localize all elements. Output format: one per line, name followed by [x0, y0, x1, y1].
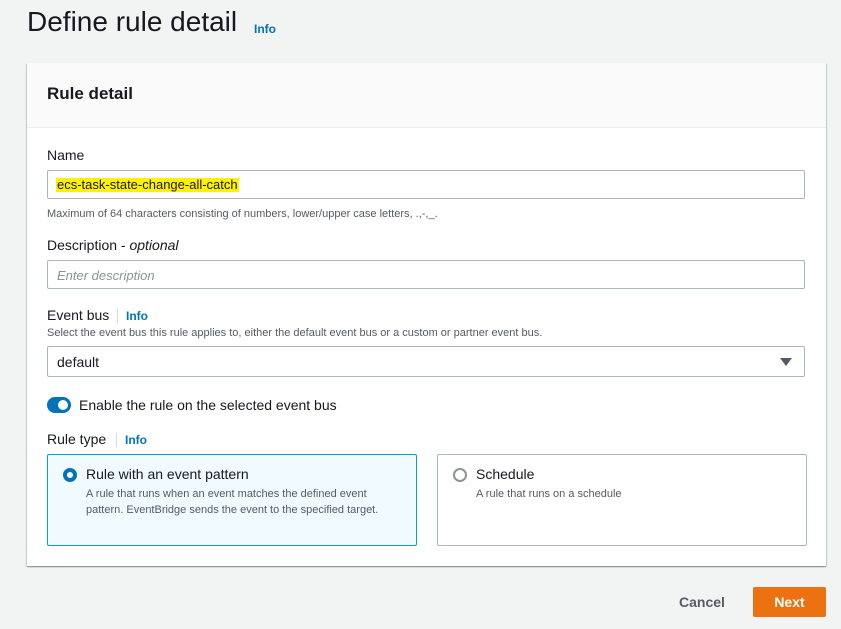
rule-type-option-event-pattern[interactable]: Rule with an event pattern A rule that r… — [47, 454, 417, 546]
description-optional-text: optional — [129, 237, 179, 253]
toggle-knob — [58, 400, 68, 410]
cancel-button[interactable]: Cancel — [666, 587, 738, 617]
rule-detail-panel: Rule detail Name ecs-task-state-change-a… — [27, 63, 826, 566]
event-bus-select[interactable]: default — [47, 346, 805, 377]
option-title: Rule with an event pattern — [86, 466, 249, 482]
name-constraint-hint: Maximum of 64 characters consisting of n… — [47, 208, 438, 220]
enable-rule-toggle[interactable] — [47, 397, 71, 413]
description-label-text: Description - — [47, 237, 130, 253]
event-bus-hint: Select the event bus this rule applies t… — [47, 327, 543, 339]
next-button[interactable]: Next — [753, 587, 826, 617]
rule-type-option-schedule[interactable]: Schedule A rule that runs on a schedule — [437, 454, 807, 546]
description-input[interactable]: Enter description — [47, 260, 805, 289]
radio-selected-icon[interactable] — [63, 468, 77, 482]
description-label: Description - optional — [47, 237, 179, 253]
option-description: A rule that runs when an event matches t… — [86, 488, 379, 516]
panel-header: Rule detail — [27, 63, 826, 128]
page-title-info-link[interactable]: Info — [254, 22, 276, 36]
caret-down-icon — [780, 358, 792, 366]
description-placeholder: Enter description — [57, 268, 155, 283]
option-title: Schedule — [476, 466, 535, 482]
name-input-value: ecs-task-state-change-all-catch — [56, 177, 239, 192]
page-title: Define rule detail — [27, 6, 238, 37]
panel-title: Rule detail — [47, 84, 133, 103]
radio-unselected-icon[interactable] — [453, 468, 467, 482]
option-description: A rule that runs on a schedule — [476, 488, 622, 500]
event-bus-label: Event bus — [47, 307, 110, 323]
rule-type-info-link[interactable]: Info — [116, 433, 147, 447]
enable-rule-label: Enable the rule on the selected event bu… — [79, 397, 337, 413]
name-input[interactable]: ecs-task-state-change-all-catch — [47, 170, 805, 199]
rule-type-label: Rule type — [47, 431, 107, 447]
name-label: Name — [47, 147, 85, 163]
event-bus-selected-value: default — [57, 354, 100, 370]
event-bus-info-link[interactable]: Info — [117, 309, 148, 323]
